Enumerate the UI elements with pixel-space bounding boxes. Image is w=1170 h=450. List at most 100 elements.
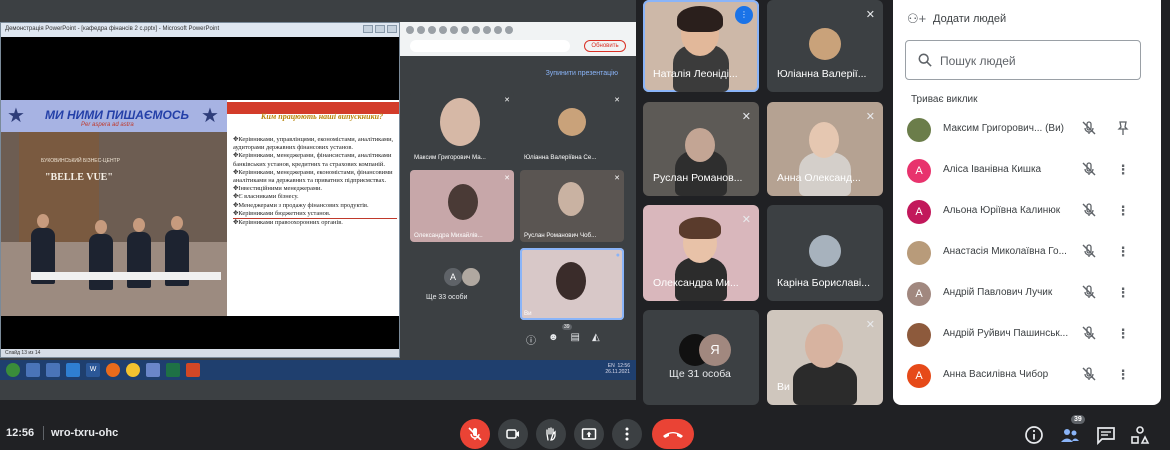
slide-bullet: ✥Керівниками, менеджерами, фінансистами,… (233, 152, 392, 168)
avatar-letter: Я (699, 334, 731, 366)
mini-tile-name: Юліанна Валеріївна Се... (524, 154, 597, 161)
more-vert-icon[interactable]: ⋮ (1115, 161, 1131, 179)
avatar: А (907, 159, 931, 183)
slide-banner-motto: Per aspera ad astra (81, 122, 134, 128)
slide-bullet: ✥Керівниками, управлінцями, економістами… (233, 136, 394, 152)
participant-row[interactable]: А Альона Юріївна Калинюк ⋮ (893, 192, 1161, 233)
window-buttons (363, 25, 397, 33)
info-icon[interactable] (1024, 425, 1044, 445)
mic-off-icon[interactable] (1081, 120, 1097, 136)
shared-browser-toolbar: Обновить (400, 22, 636, 56)
mic-off-icon: ✕ (741, 111, 751, 123)
participant-row[interactable]: А Аліса Іванівна Кишка ⋮ (893, 151, 1161, 192)
maximize-icon (375, 25, 385, 33)
more-vert-icon[interactable]: ⋮ (1115, 243, 1131, 261)
mini-tile-more: A Ще 33 особи (410, 248, 514, 320)
browser-update-button: Обновить (584, 40, 626, 52)
mini-face (558, 182, 584, 216)
slide-bullet: ✥Менеджерами з продажу фінансових продук… (233, 201, 369, 209)
add-people-button[interactable]: ⚇+ Додати людей (907, 12, 1006, 26)
hand-icon (546, 427, 556, 441)
present-icon (581, 428, 597, 440)
participant-tile[interactable]: ✕ Руслан Романов... (643, 102, 759, 196)
mic-toggle-button[interactable] (460, 419, 490, 449)
excel-icon (166, 363, 180, 377)
search-input[interactable] (940, 51, 1136, 71)
mic-off-icon: ✕ (614, 175, 620, 182)
participant-tile[interactable]: Каріна Бориславі... (767, 205, 883, 301)
tile-name: Наталія Леоніді... (653, 68, 738, 80)
participant-tile[interactable]: ✕ Анна Олександ... (767, 102, 883, 196)
participant-row[interactable]: Анастасія Миколаївна Го... ⋮ (893, 233, 1161, 274)
close-icon (387, 25, 397, 33)
more-participants-tile[interactable]: Я Ще 31 особа (643, 310, 759, 405)
minimize-icon (363, 25, 373, 33)
participant-row[interactable]: А Андрій Павлович Лучик ⋮ (893, 274, 1161, 315)
photo-table (31, 272, 221, 280)
tile-body (793, 362, 857, 405)
speaking-icon: ⋮ (735, 6, 753, 24)
participant-row[interactable]: Максим Григорович... (Ви) (893, 110, 1161, 151)
mic-off-icon: ✕ (741, 214, 751, 226)
word-icon: W (86, 363, 100, 377)
slide-banner: ★ МИ НИМИ ПИШАЄМОСЬ Per aspera ad astra … (1, 100, 227, 132)
more-vert-icon (625, 427, 629, 441)
more-vert-icon[interactable]: ⋮ (1115, 325, 1131, 343)
hang-up-icon (663, 432, 683, 438)
pin-icon[interactable] (1115, 120, 1131, 138)
more-vert-icon[interactable]: ⋮ (1115, 202, 1131, 220)
avatar: А (907, 200, 931, 224)
more-vert-icon[interactable]: ⋮ (1115, 366, 1131, 384)
participant-row[interactable]: А Анна Василівна Чибор ⋮ (893, 356, 1161, 397)
slide-bullet: ✥Є власниками бізнесу. (233, 193, 299, 201)
mic-off-icon[interactable] (1081, 202, 1097, 218)
powerpoint-window: Демонстрація PowerPoint - [кафедра фінан… (0, 22, 400, 358)
system-tray: EN 12:56 26.11.2021 (605, 363, 630, 375)
slide-letterbox-top (1, 37, 399, 100)
slide-photo: БУКОВИНСЬКИЙ БІЗНЕС-ЦЕНТР "BELLE VUE" (1, 132, 227, 316)
chat-icon[interactable] (1096, 425, 1116, 445)
section-label: Триває виклик (911, 94, 978, 105)
present-button[interactable] (574, 419, 604, 449)
photo-wood-panel (19, 132, 99, 242)
participant-name: Аліса Іванівна Кишка (943, 164, 1042, 175)
tile-name: Олександра Ми... (653, 277, 739, 289)
mic-off-icon[interactable] (1081, 366, 1097, 382)
people-panel: ⚇+ Додати людей Триває виклик Максим Гри… (893, 0, 1161, 405)
more-vert-icon[interactable]: ⋮ (1115, 284, 1131, 302)
avatar (809, 28, 841, 60)
divider (43, 426, 44, 440)
search-box[interactable] (905, 40, 1141, 80)
tile-name: Каріна Бориславі... (777, 277, 870, 289)
leave-call-button[interactable] (652, 419, 694, 449)
browser-url-bar (410, 40, 570, 52)
powerpoint-icon (186, 363, 200, 377)
mic-off-icon (468, 427, 482, 441)
more-options-button[interactable] (612, 419, 642, 449)
camera-toggle-button[interactable] (498, 419, 528, 449)
add-people-label: Додати людей (933, 13, 1007, 25)
participant-tile[interactable]: ✕ Олександра Ми... (643, 205, 759, 301)
mic-off-icon[interactable] (1081, 243, 1097, 259)
participant-row[interactable]: Андрій Руйвич Пашинськ... ⋮ (893, 315, 1161, 356)
avatar: А (907, 364, 931, 388)
raise-hand-button[interactable] (536, 419, 566, 449)
tile-name: Ви (777, 381, 790, 393)
mic-off-icon[interactable] (1081, 161, 1097, 177)
mic-off-icon[interactable] (1081, 284, 1097, 300)
mini-tile: ✕ Юліанна Валеріївна Се... (520, 92, 624, 164)
mini-avatar-photo (462, 268, 480, 286)
participant-tile[interactable]: ⋮ Наталія Леоніді... (643, 0, 759, 92)
activities-icon[interactable] (1130, 425, 1150, 445)
tile-face (805, 324, 843, 368)
chrome-icon (126, 363, 140, 377)
tile-hair (677, 6, 723, 32)
mic-off-icon[interactable] (1081, 325, 1097, 341)
mini-people-badge: 39 (562, 324, 572, 330)
self-tile[interactable]: ✕ Ви (767, 310, 883, 405)
firefox-icon (106, 363, 120, 377)
people-icon[interactable] (1060, 425, 1080, 445)
participant-tile[interactable]: ✕ Юліанна Валерії... (767, 0, 883, 92)
slide-bullet: ✥Керівниками, менеджерами, економістами,… (233, 168, 393, 185)
mini-controls: ⓘ ☻ ▤ ◭ (526, 332, 600, 347)
